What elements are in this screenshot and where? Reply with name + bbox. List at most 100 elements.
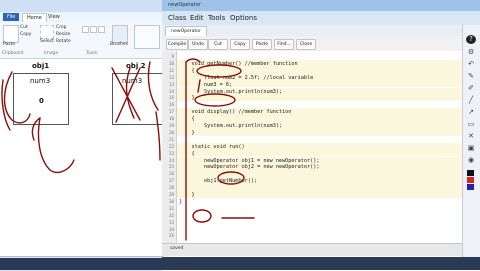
brushes-button[interactable]: Brushes: [110, 42, 128, 48]
line-number: 19: [168, 123, 174, 128]
rotate-button[interactable]: Rotate: [56, 39, 71, 45]
obj2-label: obj 2: [126, 62, 146, 70]
line-number: 9: [171, 54, 174, 59]
taskbar-right: [162, 257, 480, 270]
code-line[interactable]: }: [179, 192, 194, 198]
line-number: 33: [168, 219, 174, 225]
select-button[interactable]: Select: [40, 39, 54, 45]
line-number: 35: [168, 233, 174, 239]
line-number: 20: [168, 129, 174, 135]
line-number: 26: [168, 171, 174, 177]
shapes-gallery[interactable]: [134, 25, 160, 49]
line-number: 29: [168, 192, 174, 197]
obj1-label: obj1: [32, 62, 50, 70]
close-button[interactable]: Close: [296, 39, 316, 50]
line-number: 18: [168, 116, 174, 122]
line-icon[interactable]: ╱: [466, 96, 476, 105]
code-line-highlight: [177, 115, 462, 122]
taskbar: [0, 258, 162, 270]
eraser-icon[interactable]: ▭: [466, 120, 476, 129]
paint-tab-view[interactable]: View: [44, 13, 64, 21]
find-button[interactable]: Find...: [274, 39, 294, 50]
copy-button[interactable]: Copy: [230, 39, 250, 50]
code-line[interactable]: }: [179, 95, 194, 101]
code-line-highlight: [177, 191, 462, 198]
arrow-icon[interactable]: ↗: [466, 108, 476, 117]
help-icon[interactable]: ?: [466, 35, 476, 44]
line-number: 14: [168, 88, 174, 94]
pencil-icon[interactable]: [82, 26, 89, 33]
obj2-var-label: num3: [122, 77, 143, 85]
line-number: 11: [168, 67, 174, 73]
undo-icon[interactable]: ↶: [466, 60, 476, 69]
paste-icon[interactable]: [3, 25, 19, 43]
editor-title-bar: newOperator: [162, 0, 480, 11]
line-number: 12: [168, 74, 174, 80]
menu-edit[interactable]: Edit: [190, 14, 204, 22]
line-number: 27: [168, 178, 174, 184]
clipboard-group-label: Clipboard: [2, 51, 24, 56]
paste-button[interactable]: Paste: [252, 39, 272, 50]
obj1-var-label: num3: [30, 77, 51, 85]
editor-file-tab[interactable]: newOperator: [165, 26, 207, 36]
line-number: 17: [168, 109, 174, 115]
paint-tab-file[interactable]: File: [3, 13, 20, 21]
resize-button[interactable]: Resize: [56, 32, 70, 38]
undo-button[interactable]: Undo: [188, 39, 208, 50]
color-black-swatch[interactable]: [467, 170, 474, 176]
line-number: 23: [168, 150, 174, 156]
menu-class[interactable]: Class: [168, 14, 186, 22]
code-line-highlight: [177, 170, 462, 178]
menu-tools[interactable]: Tools: [208, 14, 225, 22]
line-number: 15: [168, 95, 174, 101]
copy-button[interactable]: Copy: [20, 32, 31, 38]
line-number: 10: [168, 60, 174, 66]
clear-icon[interactable]: ✕: [466, 132, 476, 141]
code-area[interactable]: void getNumber() //member function { flo…: [177, 51, 462, 243]
code-line-highlight: [177, 66, 462, 74]
line-number: 31: [168, 205, 174, 211]
editor-menu-bar: Class Edit Tools Options: [162, 11, 480, 26]
line-number: 13: [168, 81, 174, 87]
line-number: 34: [168, 226, 174, 232]
cut-button[interactable]: Cut: [208, 39, 228, 50]
code-line-highlight: [177, 184, 462, 191]
obj1-var-value: 0: [39, 97, 44, 105]
text-icon[interactable]: [98, 26, 105, 33]
color-red-swatch[interactable]: [467, 177, 474, 183]
fill-icon[interactable]: [90, 26, 97, 33]
paste-button[interactable]: Paste: [3, 42, 15, 48]
compile-button[interactable]: Compile: [166, 39, 188, 50]
pen-settings-icon[interactable]: ⚙: [466, 48, 476, 57]
crop-button[interactable]: Crop: [56, 25, 67, 31]
code-line[interactable]: }: [179, 130, 194, 136]
screen-icon[interactable]: ▣: [466, 144, 476, 153]
brushes-icon[interactable]: [112, 25, 128, 43]
line-number: 28: [168, 185, 174, 191]
editor-toolbar: Compile Undo Cut Copy Paste Find... Clos…: [162, 36, 480, 52]
paint-ribbon: Paste Cut Copy Clipboard Select Crop Res…: [0, 22, 162, 59]
line-number: 25: [168, 164, 174, 170]
color-blue-swatch[interactable]: [467, 184, 474, 190]
menu-options[interactable]: Options: [230, 14, 257, 22]
code-line-highlight: [177, 149, 462, 157]
tools-group-label: Tools: [86, 51, 98, 56]
code-line-highlight: [177, 128, 462, 136]
paint-canvas[interactable]: obj1 num3 0 obj 2 num3: [0, 59, 163, 256]
editor-status-bar: [162, 243, 462, 256]
line-number: 24: [168, 157, 174, 163]
code-line-highlight: [177, 94, 462, 102]
line-number: 30: [168, 198, 174, 204]
pencil-icon[interactable]: ✎: [466, 72, 476, 81]
image-group-label: Image: [44, 51, 59, 56]
line-number: 32: [168, 212, 174, 218]
line-number: 16: [168, 102, 174, 108]
marker-icon[interactable]: ✐: [466, 84, 476, 93]
line-number-gutter: 9 10 11 12 13 14 15 16 17 18 19 20 21 22 23 24 25 26 27 28 2…: [162, 51, 177, 243]
cut-button[interactable]: Cut: [20, 25, 28, 31]
line-number: 22: [168, 143, 174, 149]
camera-icon[interactable]: ◉: [466, 156, 476, 165]
editor-status-text: saved: [170, 246, 184, 251]
code-line[interactable]: }: [179, 199, 182, 205]
select-icon[interactable]: [40, 25, 54, 39]
